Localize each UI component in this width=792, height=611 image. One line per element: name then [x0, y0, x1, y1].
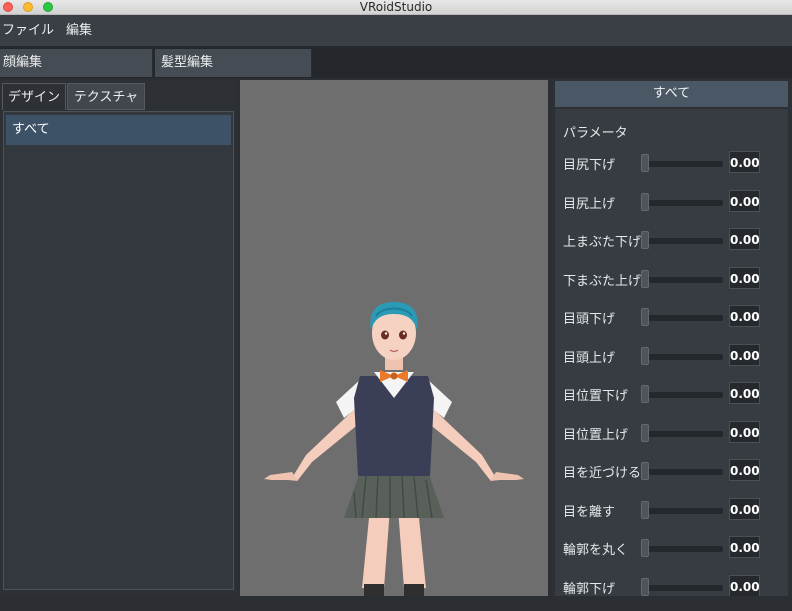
- category-list: すべて: [3, 111, 234, 590]
- right-panel: すべて パラメータ 目尻下げ 0.00 目尻上げ 0.00 上まぶた下げ 0.0…: [552, 80, 792, 596]
- param-value[interactable]: 0.00: [729, 190, 760, 212]
- param-slider[interactable]: [642, 161, 723, 167]
- param-row: 目尻上げ 0.00: [555, 189, 788, 215]
- slider-handle[interactable]: [641, 501, 649, 519]
- list-item-all[interactable]: すべて: [6, 115, 231, 145]
- parameter-scroll-area[interactable]: パラメータ 目尻下げ 0.00 目尻上げ 0.00 上まぶた下げ 0.00 下ま…: [555, 109, 788, 596]
- param-row: 目位置下げ 0.00: [555, 381, 788, 407]
- param-value[interactable]: 0.00: [729, 228, 760, 250]
- slider-handle[interactable]: [641, 424, 649, 442]
- param-label: 上まぶた下げ: [563, 235, 642, 250]
- param-row: 目を近づける 0.00: [555, 458, 788, 484]
- param-row: 目尻下げ 0.00: [555, 150, 788, 176]
- param-row: 下まぶた上げ 0.00: [555, 266, 788, 292]
- tab-texture[interactable]: テクスチャ: [67, 83, 145, 110]
- param-slider[interactable]: [642, 469, 723, 475]
- section-title: パラメータ: [563, 126, 628, 141]
- param-label: 目尻上げ: [563, 197, 616, 212]
- param-label: 輪郭下げ: [563, 582, 616, 596]
- param-slider[interactable]: [642, 585, 723, 591]
- character-model: [264, 302, 524, 596]
- param-label: 目を近づける: [563, 466, 642, 481]
- param-row: 上まぶた下げ 0.00: [555, 227, 788, 253]
- param-slider[interactable]: [642, 238, 723, 244]
- editor-tab-bar: 顔編集 髪型編集: [0, 46, 792, 78]
- param-value[interactable]: 0.00: [729, 498, 760, 520]
- param-slider[interactable]: [642, 354, 723, 360]
- param-label: 目を離す: [563, 505, 616, 520]
- viewport-3d[interactable]: [240, 80, 548, 596]
- param-row: 輪郭下げ 0.00: [555, 574, 788, 596]
- param-label: 下まぶた上げ: [563, 274, 642, 289]
- param-value[interactable]: 0.00: [729, 459, 760, 481]
- param-slider[interactable]: [642, 508, 723, 514]
- param-value[interactable]: 0.00: [729, 151, 760, 173]
- slider-handle[interactable]: [641, 308, 649, 326]
- menu-bar: ファイル 編集: [0, 15, 792, 46]
- param-label: 輪郭を丸く: [563, 543, 629, 558]
- param-label: 目位置下げ: [563, 389, 629, 404]
- param-slider[interactable]: [642, 431, 723, 437]
- slider-handle[interactable]: [641, 385, 649, 403]
- param-label: 目頭下げ: [563, 312, 616, 327]
- param-label: 目尻下げ: [563, 158, 616, 173]
- param-slider[interactable]: [642, 200, 723, 206]
- slider-handle[interactable]: [641, 462, 649, 480]
- param-label: 目頭上げ: [563, 351, 616, 366]
- tab-hair-edit[interactable]: 髪型編集: [155, 49, 312, 77]
- slider-handle[interactable]: [641, 270, 649, 288]
- param-value[interactable]: 0.00: [729, 421, 760, 443]
- param-value[interactable]: 0.00: [729, 305, 760, 327]
- param-row: 目頭上げ 0.00: [555, 343, 788, 369]
- slider-handle[interactable]: [641, 578, 649, 596]
- param-value[interactable]: 0.00: [729, 382, 760, 404]
- parameter-category-header: すべて: [555, 81, 788, 107]
- param-slider[interactable]: [642, 392, 723, 398]
- slider-handle[interactable]: [641, 539, 649, 557]
- param-value[interactable]: 0.00: [729, 344, 760, 366]
- slider-handle[interactable]: [641, 193, 649, 211]
- left-panel: デザイン テクスチャ すべて: [0, 80, 237, 594]
- tab-design[interactable]: デザイン: [2, 83, 66, 110]
- tab-face-edit[interactable]: 顔編集: [0, 49, 153, 77]
- param-slider[interactable]: [642, 546, 723, 552]
- param-value[interactable]: 0.00: [729, 575, 760, 596]
- menu-file[interactable]: ファイル: [2, 15, 54, 46]
- title-bar: VRoidStudio: [0, 0, 792, 15]
- status-bar: [0, 596, 792, 611]
- param-slider[interactable]: [642, 277, 723, 283]
- param-label: 目位置上げ: [563, 428, 629, 443]
- param-slider[interactable]: [642, 315, 723, 321]
- param-row: 輪郭を丸く 0.00: [555, 535, 788, 561]
- menu-edit[interactable]: 編集: [66, 15, 92, 46]
- param-value[interactable]: 0.00: [729, 267, 760, 289]
- window-title: VRoidStudio: [359, 0, 433, 14]
- param-row: 目を離す 0.00: [555, 497, 788, 523]
- param-row: 目位置上げ 0.00: [555, 420, 788, 446]
- slider-handle[interactable]: [641, 347, 649, 365]
- param-row: 目頭下げ 0.00: [555, 304, 788, 330]
- param-value[interactable]: 0.00: [729, 536, 760, 558]
- slider-handle[interactable]: [641, 231, 649, 249]
- slider-handle[interactable]: [641, 154, 649, 172]
